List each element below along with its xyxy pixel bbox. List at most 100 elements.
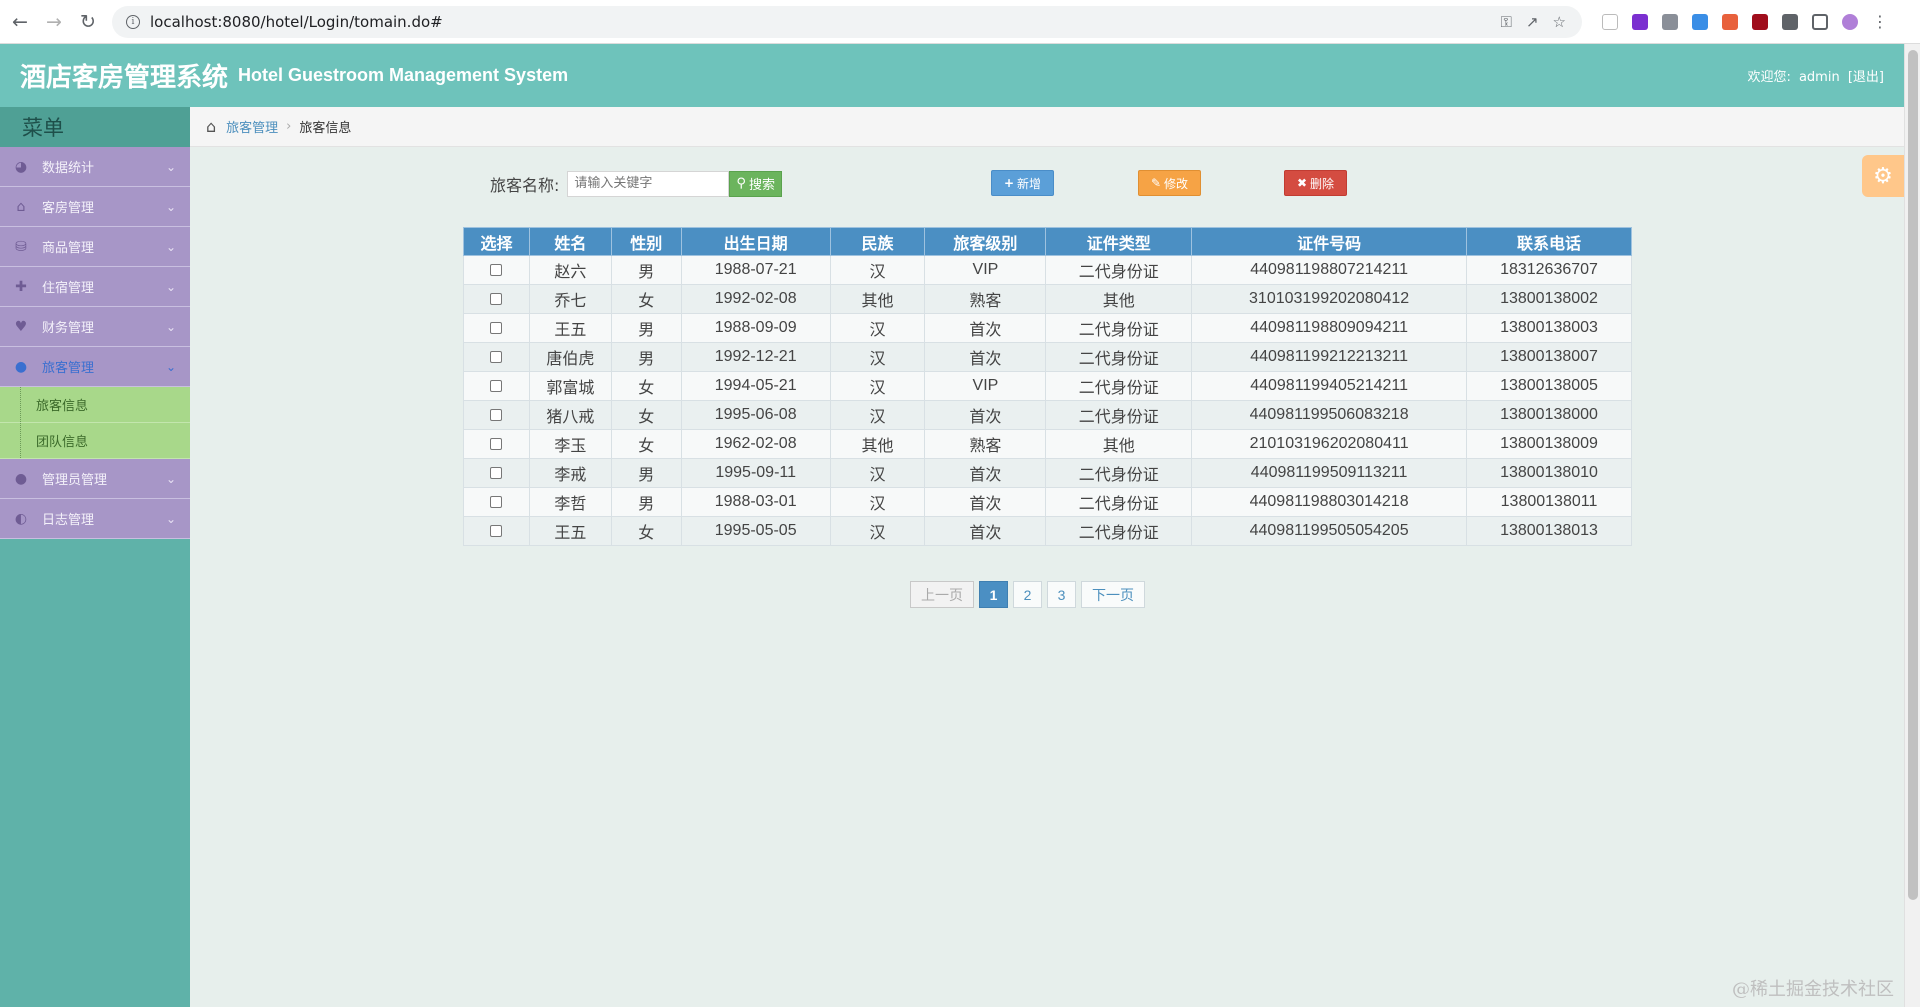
site-info-icon[interactable]: i	[126, 14, 140, 29]
logout-link[interactable]: [退出]	[1848, 70, 1884, 85]
table-cell: 首次	[924, 342, 1047, 372]
extension-purple-icon[interactable]	[1632, 13, 1648, 30]
table-cell: 王五	[528, 313, 612, 343]
forward-icon[interactable]: →	[40, 8, 68, 36]
sidebar-subitem-guest-info[interactable]: 旅客信息	[0, 387, 190, 423]
table-cell: 二代身份证	[1045, 458, 1193, 488]
table-row[interactable]: 王五 男 1988-09-09 汉 首次 二代身份证 4409811988090…	[463, 313, 1632, 343]
settings-gear-icon[interactable]: ⚙	[1862, 155, 1904, 197]
select-cell	[463, 429, 530, 459]
row-checkbox[interactable]	[490, 495, 503, 508]
row-checkbox[interactable]	[490, 321, 503, 334]
sidebar-item-admins[interactable]: ● 管理员管理 ⌄	[0, 459, 190, 499]
prev-page-button[interactable]: 上一页	[910, 581, 974, 608]
extensions-puzzle-icon[interactable]	[1782, 13, 1798, 30]
sidebar-item-finance[interactable]: ♥ 财务管理 ⌄	[0, 307, 190, 347]
page-scrollbar[interactable]	[1904, 44, 1920, 1007]
move-icon: ✚	[15, 278, 27, 295]
edit-button[interactable]: ✎ 修改	[1138, 170, 1201, 196]
sidebar-item-lodging[interactable]: ✚ 住宿管理 ⌄	[0, 267, 190, 307]
table-cell: 13800138005	[1466, 371, 1632, 401]
row-checkbox[interactable]	[490, 524, 503, 537]
search-button[interactable]: ⚲ 搜索	[729, 170, 782, 197]
row-checkbox[interactable]	[490, 466, 503, 479]
plus-icon: +	[1003, 176, 1015, 190]
back-icon[interactable]: ←	[6, 8, 34, 36]
table-cell: 1988-03-01	[680, 487, 831, 517]
extension-shield-icon[interactable]	[1752, 13, 1768, 30]
reload-icon[interactable]: ↻	[74, 8, 102, 36]
sidebar-item-statistics[interactable]: ◕ 数据统计 ⌄	[0, 147, 190, 187]
table-cell: 440981199505054205	[1191, 516, 1468, 546]
side-panel-icon[interactable]	[1812, 13, 1828, 30]
breadcrumb-current: 旅客信息	[299, 121, 352, 136]
page-button[interactable]: 1	[979, 581, 1008, 608]
table-row[interactable]: 唐伯虎 男 1992-12-21 汉 首次 二代身份证 440981199212…	[463, 342, 1632, 372]
table-cell: 440981198809094211	[1191, 313, 1468, 343]
table-row[interactable]: 猪八戒 女 1995-06-08 汉 首次 二代身份证 440981199506…	[463, 400, 1632, 430]
extension-orange-icon[interactable]	[1722, 13, 1738, 30]
table-row[interactable]: 李戒 男 1995-09-11 汉 首次 二代身份证 4409811995091…	[463, 458, 1632, 488]
scrollbar-thumb[interactable]	[1908, 50, 1918, 900]
profile-avatar-icon[interactable]	[1842, 13, 1858, 30]
app-title: 酒店客房管理系统	[20, 63, 229, 93]
user-icon: ●	[14, 358, 28, 375]
breadcrumb-parent-link[interactable]: 旅客管理	[226, 117, 278, 136]
pencil-icon: ✎	[1150, 176, 1162, 190]
extension-grid-icon[interactable]	[1662, 13, 1678, 30]
table-cell: 1992-02-08	[680, 284, 831, 314]
table-cell: 女	[610, 284, 682, 314]
row-checkbox[interactable]	[490, 379, 503, 392]
row-checkbox[interactable]	[490, 437, 503, 450]
row-checkbox[interactable]	[490, 292, 503, 305]
table-cell: 乔七	[528, 284, 612, 314]
sidebar-subitem-team-info[interactable]: 团队信息	[0, 423, 190, 459]
next-page-button[interactable]: 下一页	[1081, 581, 1145, 608]
table-cell: VIP	[924, 255, 1047, 285]
sidebar-item-goods[interactable]: ⛁ 商品管理 ⌄	[0, 227, 190, 267]
row-checkbox[interactable]	[490, 263, 503, 276]
address-bar[interactable]: i localhost:8080/hotel/Login/tomain.do# …	[112, 5, 1582, 38]
sidebar-item-rooms[interactable]: ⌂ 客房管理 ⌄	[0, 187, 190, 227]
user-icon: ●	[14, 470, 28, 487]
home-icon[interactable]: ⌂	[206, 117, 216, 136]
table-cell: 440981199506083218	[1191, 400, 1468, 430]
table-cell: 18312636707	[1466, 255, 1632, 285]
key-icon[interactable]: ⚿	[1501, 13, 1512, 31]
bookmark-star-icon[interactable]: ☆	[1553, 13, 1566, 31]
row-checkbox[interactable]	[490, 408, 503, 421]
table-row[interactable]: 赵六 男 1988-07-21 汉 VIP 二代身份证 440981198807…	[463, 255, 1632, 285]
search-icon: ⚲	[736, 176, 746, 191]
table-cell: 1988-09-09	[680, 313, 831, 343]
page-button[interactable]: 2	[1013, 581, 1042, 608]
search-input[interactable]	[567, 170, 730, 197]
table-row[interactable]: 乔七 女 1992-02-08 其他 熟客 其他 310103199202080…	[463, 284, 1632, 314]
extension-cursor-icon[interactable]	[1602, 13, 1618, 30]
table-cell: 汉	[829, 516, 926, 546]
table-cell: 二代身份证	[1045, 400, 1193, 430]
table-cell: 13800138010	[1466, 458, 1632, 488]
extension-blue-icon[interactable]	[1692, 13, 1708, 30]
table-row[interactable]: 郭富城 女 1994-05-21 汉 VIP 二代身份证 44098119940…	[463, 371, 1632, 401]
table-cell: 二代身份证	[1045, 313, 1193, 343]
sidebar-item-guests[interactable]: ● 旅客管理 ⌄	[0, 347, 190, 387]
sidebar-item-logs[interactable]: ◐ 日志管理 ⌄	[0, 499, 190, 539]
select-cell	[463, 400, 530, 430]
browser-menu-icon[interactable]: ⋮	[1872, 12, 1888, 31]
select-cell	[463, 487, 530, 517]
add-button[interactable]: + 新增	[991, 170, 1054, 196]
delete-button[interactable]: ✖ 删除	[1284, 170, 1347, 196]
table-cell: 310103199202080412	[1191, 284, 1468, 314]
chevron-down-icon: ⌄	[165, 319, 176, 334]
table-cell: 汉	[829, 400, 926, 430]
table-row[interactable]: 李哲 男 1988-03-01 汉 首次 二代身份证 4409811988030…	[463, 487, 1632, 517]
username: admin	[1798, 70, 1840, 85]
table-row[interactable]: 王五 女 1995-05-05 汉 首次 二代身份证 4409811995050…	[463, 516, 1632, 546]
row-checkbox[interactable]	[490, 350, 503, 363]
table-row[interactable]: 李玉 女 1962-02-08 其他 熟客 其他 210103196202080…	[463, 429, 1632, 459]
page-button[interactable]: 3	[1047, 581, 1076, 608]
browser-toolbar: ← → ↻ i localhost:8080/hotel/Login/tomai…	[0, 0, 1920, 44]
table-cell: 1992-12-21	[680, 342, 831, 372]
table-cell: 首次	[924, 487, 1047, 517]
share-icon[interactable]: ↗	[1526, 13, 1539, 31]
